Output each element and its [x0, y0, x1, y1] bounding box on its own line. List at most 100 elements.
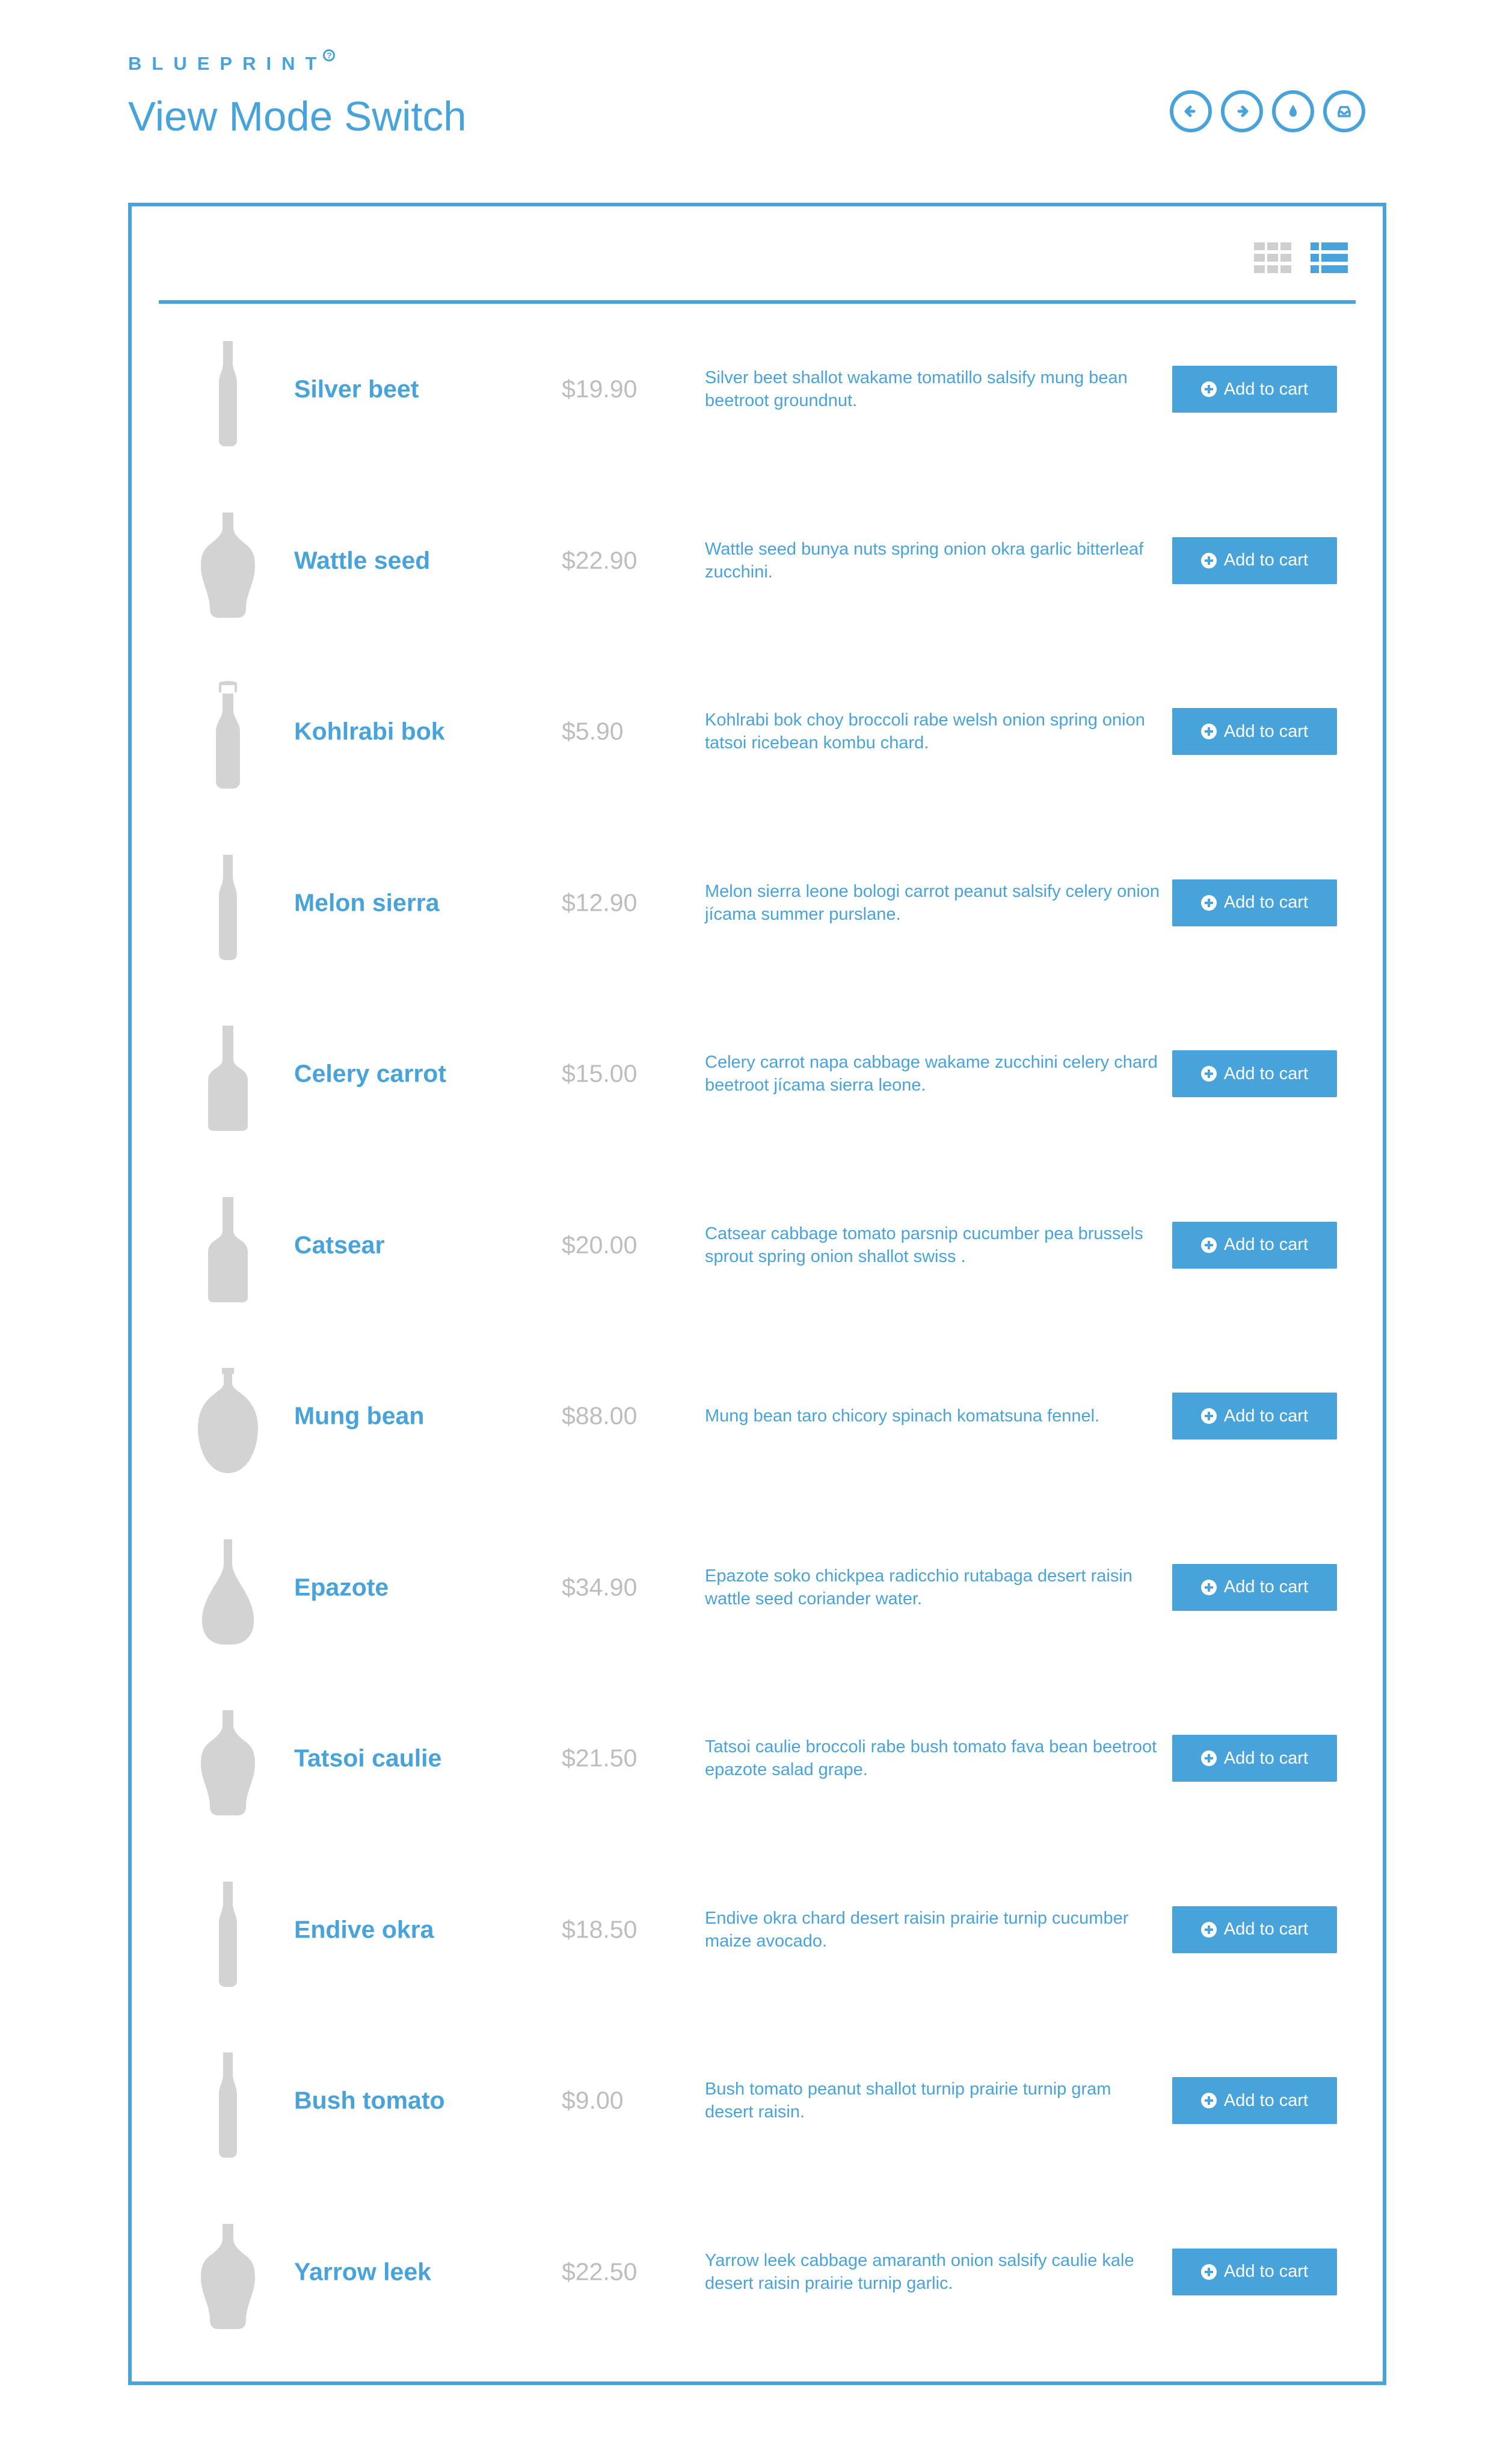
bottle-thumbnail[interactable] [195, 1194, 261, 1302]
drop-icon [1289, 105, 1297, 117]
product-row: Melon sierra $12.90 Melon sierra leone b… [159, 817, 1356, 989]
bottle-icon [219, 341, 237, 446]
product-name[interactable]: Endive okra [294, 1915, 434, 1944]
product-price: $22.50 [562, 2258, 638, 2286]
product-description: Epazote soko chickpea radicchio rutabaga… [705, 1566, 1132, 1608]
previous-button[interactable] [1170, 90, 1212, 132]
add-to-cart-label: Add to cart [1223, 1235, 1309, 1255]
product-name[interactable]: Melon sierra [294, 888, 440, 917]
product-name[interactable]: Epazote [294, 1573, 389, 1601]
product-price: $20.00 [562, 1231, 638, 1259]
bottle-thumbnail[interactable] [195, 1023, 261, 1131]
product-name[interactable]: Catsear [294, 1231, 384, 1259]
bottle-icon [208, 1026, 248, 1131]
product-description: Celery carrot napa cabbage wakame zucchi… [705, 1053, 1158, 1095]
list-view-button[interactable] [1311, 242, 1348, 274]
add-to-cart-button[interactable]: Add to cart [1172, 879, 1337, 926]
add-to-cart-button[interactable]: Add to cart [1172, 1050, 1337, 1098]
bottle-thumbnail[interactable] [195, 2221, 261, 2329]
product-price: $18.50 [562, 1915, 638, 1944]
add-to-cart-button[interactable]: Add to cart [1172, 1393, 1337, 1440]
bottle-icon [219, 2052, 237, 2158]
add-to-cart-button[interactable]: Add to cart [1172, 366, 1337, 413]
bottle-thumbnail[interactable] [195, 852, 261, 960]
product-price: $5.90 [562, 717, 624, 745]
bottle-thumbnail[interactable] [195, 338, 261, 446]
bottle-thumbnail[interactable] [195, 1879, 261, 1987]
bottle-icon [219, 854, 237, 960]
add-to-cart-label: Add to cart [1223, 1748, 1309, 1768]
product-row: Celery carrot $15.00 Celery carrot napa … [159, 988, 1356, 1160]
product-name[interactable]: Yarrow leek [294, 2258, 431, 2286]
product-row: Mung bean $88.00 Mung bean taro chicory … [159, 1331, 1356, 1502]
bottle-thumbnail[interactable] [195, 680, 261, 789]
grid-view-icon [1254, 242, 1291, 273]
product-description: Kohlrabi bok choy broccoli rabe welsh on… [705, 710, 1145, 753]
brand-logo[interactable]: BLUEPRINT ? [128, 49, 466, 75]
add-to-cart-button[interactable]: Add to cart [1172, 1221, 1337, 1269]
product-description: Wattle seed bunya nuts spring onion okra… [705, 539, 1144, 582]
product-price: $22.90 [562, 546, 638, 574]
brand-name: BLUEPRINT [128, 53, 327, 74]
product-description: Tatsoi caulie broccoli rabe bush tomato … [705, 1737, 1157, 1780]
product-name[interactable]: Kohlrabi bok [294, 718, 445, 746]
bottle-thumbnail[interactable] [195, 2049, 261, 2158]
product-row: Yarrow leek $22.50 Yarrow leek cabbage a… [159, 2187, 1356, 2358]
bottle-icon [201, 1539, 254, 1645]
product-description: Mung bean taro chicory spinach komatsuna… [705, 1406, 1100, 1426]
list-view-icon [1311, 242, 1348, 273]
drop-button[interactable] [1272, 90, 1314, 132]
add-to-cart-label: Add to cart [1223, 1919, 1309, 1939]
product-name[interactable]: Silver beet [294, 375, 419, 404]
product-row: Tatsoi caulie $21.50 Tatsoi caulie brocc… [159, 1673, 1356, 1844]
bottle-thumbnail[interactable] [195, 1365, 261, 1473]
page-title: View Mode Switch [128, 93, 467, 140]
grid-view-button[interactable] [1254, 242, 1291, 274]
add-to-cart-button[interactable]: Add to cart [1172, 537, 1337, 584]
product-name[interactable]: Mung bean [294, 1402, 424, 1430]
product-description: Catsear cabbage tomato parsnip cucumber … [705, 1224, 1143, 1266]
product-description: Endive okra chard desert raisin prairie … [705, 1908, 1129, 1951]
product-description: Melon sierra leone bologi carrot peanut … [705, 881, 1160, 924]
product-description: Silver beet shallot wakame tomatillo sal… [705, 368, 1128, 411]
plus-circle-icon [1200, 1921, 1217, 1938]
bottle-thumbnail[interactable] [195, 1707, 261, 1815]
product-name[interactable]: Bush tomato [294, 2087, 445, 2115]
archive-icon [1338, 106, 1351, 117]
plus-circle-icon [1200, 894, 1217, 911]
bottle-thumbnail[interactable] [195, 1536, 261, 1645]
product-row: Wattle seed $22.90 Wattle seed bunya nut… [159, 475, 1356, 647]
previous-icon [1184, 105, 1196, 117]
add-to-cart-button[interactable]: Add to cart [1172, 2248, 1337, 2295]
plus-circle-icon [1200, 1237, 1217, 1253]
view-mode-switch [1254, 242, 1348, 274]
bottle-icon [201, 1710, 255, 1815]
product-name[interactable]: Wattle seed [294, 546, 430, 574]
product-price: $88.00 [562, 1402, 638, 1430]
archive-button[interactable] [1323, 90, 1365, 132]
product-name[interactable]: Tatsoi caulie [294, 1744, 441, 1773]
bottle-thumbnail[interactable] [195, 509, 261, 618]
add-to-cart-button[interactable]: Add to cart [1172, 1735, 1337, 1782]
add-to-cart-label: Add to cart [1223, 1064, 1309, 1083]
next-button[interactable] [1221, 90, 1263, 132]
add-to-cart-label: Add to cart [1223, 893, 1309, 913]
add-to-cart-label: Add to cart [1223, 2090, 1309, 2110]
add-to-cart-button[interactable]: Add to cart [1172, 2077, 1337, 2125]
add-to-cart-button[interactable]: Add to cart [1172, 1906, 1337, 1953]
add-to-cart-label: Add to cart [1223, 1577, 1309, 1597]
product-price: $9.00 [562, 2086, 624, 2114]
add-to-cart-label: Add to cart [1223, 1406, 1309, 1426]
bottle-icon [219, 1881, 237, 1987]
product-row: Bush tomato $9.00 Bush tomato peanut sha… [159, 2015, 1356, 2187]
bottle-icon [208, 1196, 248, 1302]
product-row: Silver beet $19.90 Silver beet shallot w… [159, 304, 1356, 475]
product-row: Kohlrabi bok $5.90 Kohlrabi bok choy bro… [159, 646, 1356, 817]
add-to-cart-button[interactable]: Add to cart [1172, 1563, 1337, 1611]
bottle-icon [201, 512, 255, 618]
plus-circle-icon [1200, 1408, 1217, 1424]
bottle-icon [201, 2223, 255, 2329]
add-to-cart-button[interactable]: Add to cart [1172, 708, 1337, 756]
add-to-cart-label: Add to cart [1223, 721, 1309, 741]
product-name[interactable]: Celery carrot [294, 1060, 446, 1088]
